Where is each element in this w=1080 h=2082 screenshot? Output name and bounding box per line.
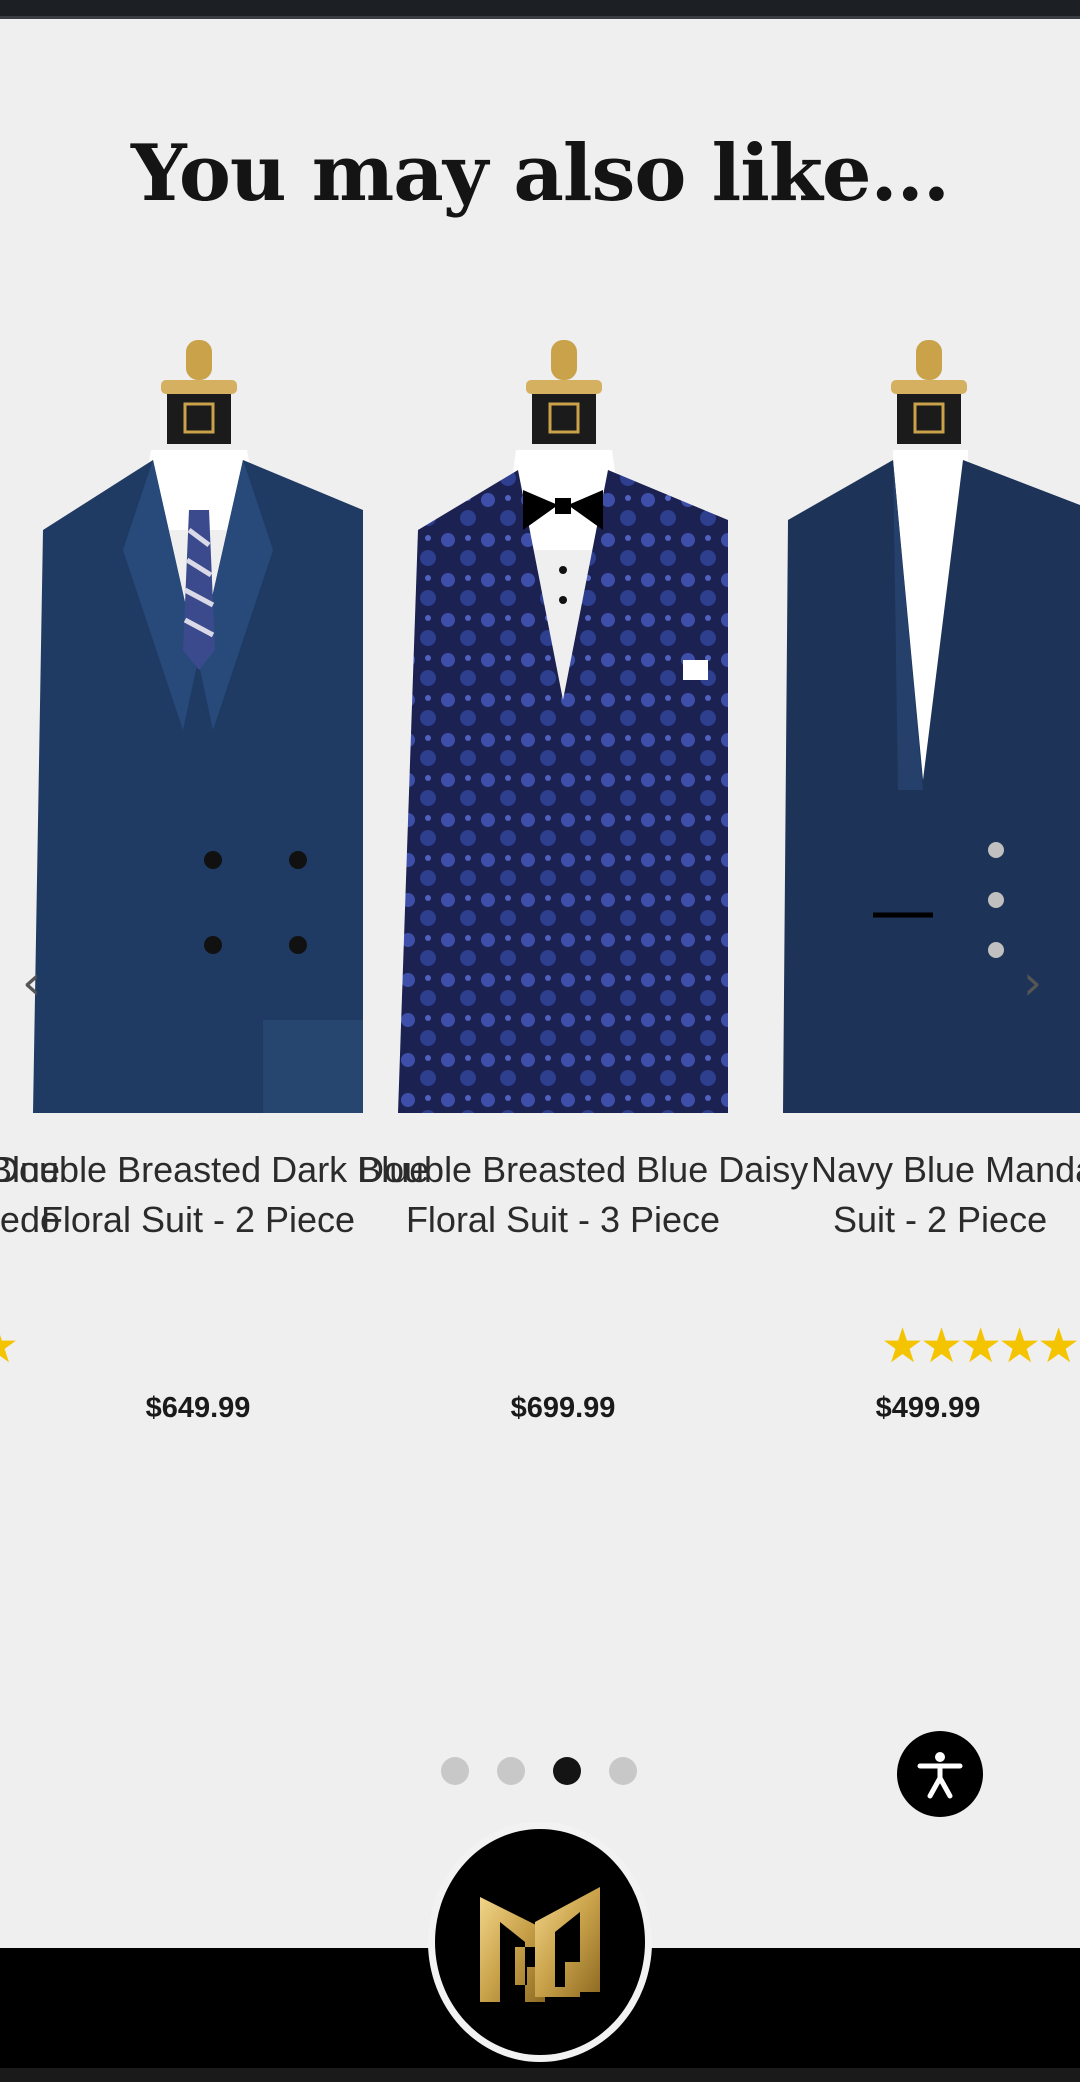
brand-logo[interactable] xyxy=(428,1822,652,2062)
product-title-line-2: Suit - 2 Piece xyxy=(833,1199,1048,1240)
pagination-dot[interactable] xyxy=(441,1757,469,1785)
product-title-line-2: Floral Suit - 3 Piece xyxy=(405,1199,721,1240)
product-title[interactable]: Double Breasted Dark Blue Floral Suit - … xyxy=(0,1145,430,1245)
brand-logo-icon xyxy=(480,1887,600,2002)
product-title-line-1: Navy Blue Mandarin xyxy=(811,1149,1080,1190)
product-price: $699.99 xyxy=(510,1392,616,1424)
pagination-dot[interactable] xyxy=(497,1757,525,1785)
product-title-line-1: Double Breasted Blue Daisy xyxy=(358,1149,809,1190)
carousel-pagination xyxy=(441,1757,637,1785)
product-title[interactable]: Double Breasted Blue Daisy Floral Suit -… xyxy=(358,1145,809,1245)
pagination-dot-active[interactable] xyxy=(553,1757,581,1785)
pagination-dot[interactable] xyxy=(609,1757,637,1785)
product-title[interactable]: Navy Blue Mandarin Suit - 2 Piece xyxy=(811,1145,1080,1245)
product-carousel[interactable]: Blue xedo ★ xyxy=(0,300,1080,1480)
chevron-right-icon[interactable]: › xyxy=(1023,955,1042,1011)
product-image[interactable] xyxy=(33,330,363,1113)
rating-stars: ★★★★★ xyxy=(881,1320,1080,1373)
rating-stars: ★ xyxy=(0,1322,19,1372)
product-title-line-1: Double Breasted Dark Blue xyxy=(0,1149,430,1190)
section-title: You may also like... xyxy=(130,128,950,219)
product-price: $649.99 xyxy=(145,1392,251,1424)
top-bar xyxy=(0,0,1080,19)
chevron-left-icon[interactable]: ‹ xyxy=(22,955,41,1011)
product-price: $499.99 xyxy=(875,1392,981,1424)
accessibility-button[interactable] xyxy=(897,1731,983,1817)
product-image[interactable] xyxy=(398,330,728,1113)
accessibility-icon xyxy=(917,1752,963,1799)
product-title-line-2: Floral Suit - 2 Piece xyxy=(40,1199,356,1240)
